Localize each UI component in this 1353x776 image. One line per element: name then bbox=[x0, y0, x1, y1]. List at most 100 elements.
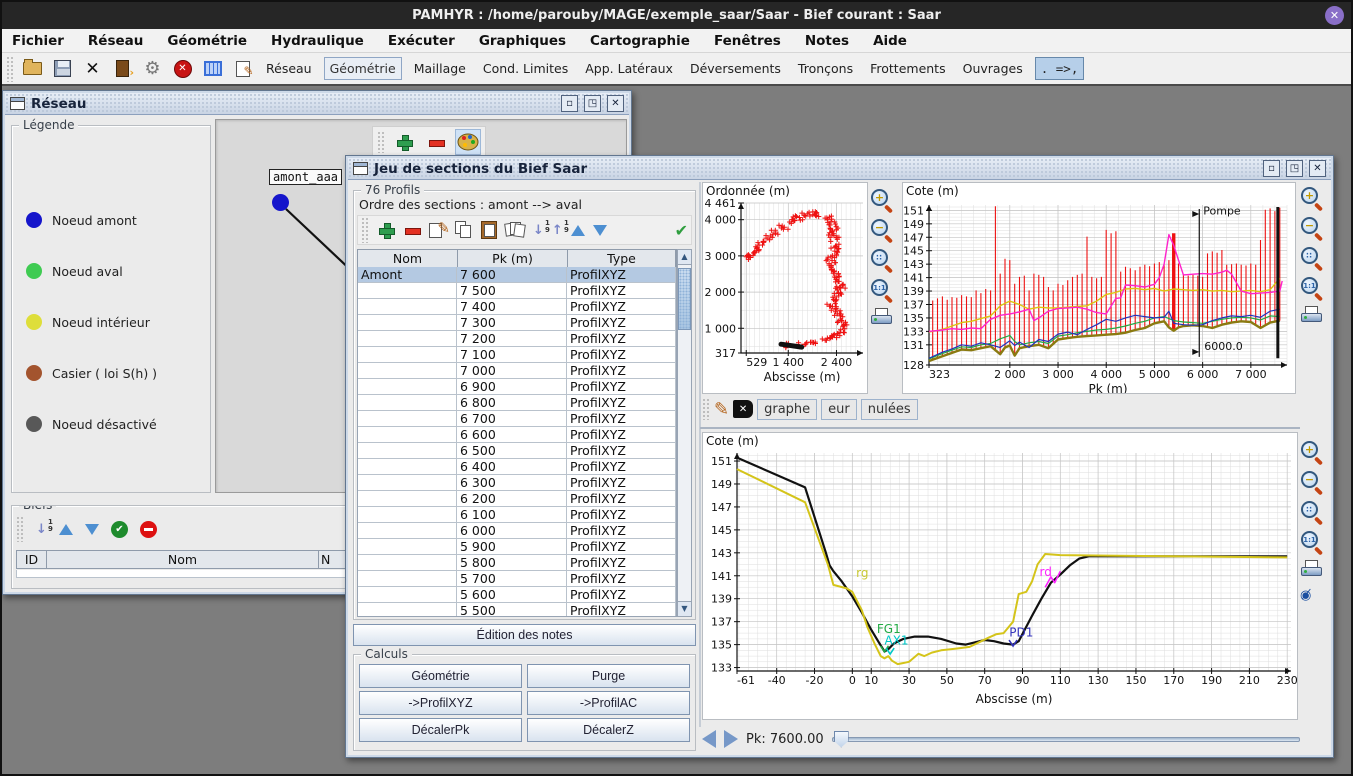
menu-fichier[interactable]: Fichier bbox=[12, 33, 64, 49]
menu-fenetres[interactable]: Fenêtres bbox=[714, 33, 781, 49]
table-row[interactable]: 5 800ProfilXYZ bbox=[358, 555, 676, 571]
table-row[interactable]: 5 900ProfilXYZ bbox=[358, 539, 676, 555]
close-window-button[interactable]: ✕ bbox=[1325, 6, 1344, 25]
table-row[interactable]: 7 200ProfilXYZ bbox=[358, 331, 676, 347]
toolbar-button-frottements[interactable]: Frottements bbox=[865, 58, 951, 79]
move-up-icon[interactable] bbox=[571, 225, 585, 236]
scroll-up-icon[interactable]: ▲ bbox=[678, 250, 691, 265]
minimize-icon[interactable]: ▫ bbox=[561, 95, 578, 112]
print-icon[interactable] bbox=[1300, 560, 1326, 580]
os-titlebar[interactable]: PAMHYR : /home/parouby/MAGE/exemple_saar… bbox=[2, 2, 1351, 29]
add-icon[interactable] bbox=[377, 221, 395, 239]
stop-icon[interactable]: ✕ bbox=[171, 57, 194, 80]
notes-icon[interactable]: ✎ bbox=[231, 57, 254, 80]
toolbar-button-app-lateraux[interactable]: App. Latéraux bbox=[580, 58, 678, 79]
toolbar-button-expression[interactable]: . =>, bbox=[1035, 57, 1085, 80]
menu-aide[interactable]: Aide bbox=[873, 33, 907, 49]
calc-geometrie-button[interactable]: Géométrie bbox=[359, 664, 522, 688]
col-type[interactable]: Type bbox=[568, 250, 676, 267]
zoom-out-icon[interactable]: − bbox=[870, 218, 896, 244]
zoom-in-icon[interactable]: + bbox=[870, 188, 896, 214]
close-icon[interactable]: ✕ bbox=[1309, 160, 1326, 177]
copy-icon[interactable] bbox=[455, 221, 473, 239]
tabs-drag-handle[interactable] bbox=[702, 398, 710, 420]
menu-cartographie[interactable]: Cartographie bbox=[590, 33, 690, 49]
pencil-icon[interactable]: ✎ bbox=[714, 399, 729, 420]
close-x-icon[interactable]: ✕ bbox=[81, 57, 104, 80]
table-row[interactable]: 6 200ProfilXYZ bbox=[358, 491, 676, 507]
table-row[interactable]: 7 400ProfilXYZ bbox=[358, 299, 676, 315]
col-pk[interactable]: Pk (m) bbox=[458, 250, 568, 267]
toolbar-button-reseau[interactable]: Réseau bbox=[261, 58, 317, 79]
sort-desc-icon[interactable]: ↓19 bbox=[533, 223, 544, 238]
table-row[interactable]: 6 000ProfilXYZ bbox=[358, 523, 676, 539]
remove-circle-icon[interactable] bbox=[140, 521, 157, 538]
profils-toolbar-handle[interactable] bbox=[361, 217, 369, 243]
reseau-window-titlebar[interactable]: Réseau ▫ ◳ ✕ bbox=[5, 93, 629, 115]
menu-hydraulique[interactable]: Hydraulique bbox=[271, 33, 364, 49]
table-row[interactable]: 6 900ProfilXYZ bbox=[358, 379, 676, 395]
toolbar-button-geometrie[interactable]: Géométrie bbox=[324, 57, 402, 80]
menu-notes[interactable]: Notes bbox=[805, 33, 849, 49]
table-row[interactable]: 5 500ProfilXYZ bbox=[358, 603, 676, 617]
zoom-fit-icon[interactable]: ∷ bbox=[1300, 500, 1326, 526]
menu-reseau[interactable]: Réseau bbox=[88, 33, 143, 49]
duplicate-icon[interactable] bbox=[505, 221, 525, 239]
zoom-1-1-icon[interactable]: 1:1 bbox=[1300, 276, 1326, 302]
toolbar-button-troncons[interactable]: Tronçons bbox=[793, 58, 858, 79]
toolbar-drag-handle[interactable] bbox=[6, 56, 14, 82]
biefs-col-id[interactable]: ID bbox=[17, 551, 47, 568]
calc-profilxyz-button[interactable]: ->ProfilXYZ bbox=[359, 691, 522, 715]
table-row[interactable]: Amont7 600ProfilXYZ bbox=[358, 267, 676, 283]
calc-decalerz-button[interactable]: DécalerZ bbox=[527, 718, 690, 742]
table-row[interactable]: 7 500ProfilXYZ bbox=[358, 283, 676, 299]
calc-decalerpk-button[interactable]: DécalerPk bbox=[359, 718, 522, 742]
zoom-out-icon[interactable]: − bbox=[1300, 470, 1326, 496]
scrollbar-thumb[interactable] bbox=[678, 268, 691, 330]
validate-circle-icon[interactable]: ✔ bbox=[111, 521, 128, 538]
zoom-1-1-icon[interactable]: 1:1 bbox=[1300, 530, 1326, 556]
table-icon[interactable] bbox=[201, 57, 224, 80]
maximize-icon[interactable]: ◳ bbox=[584, 95, 601, 112]
move-down-icon[interactable] bbox=[85, 524, 99, 535]
remove-icon[interactable] bbox=[403, 221, 421, 239]
toolbar-button-maillage[interactable]: Maillage bbox=[409, 58, 471, 79]
print-icon[interactable] bbox=[1300, 306, 1326, 326]
table-row[interactable]: 6 800ProfilXYZ bbox=[358, 395, 676, 411]
open-folder-icon[interactable] bbox=[21, 57, 44, 80]
move-up-icon[interactable] bbox=[59, 524, 73, 535]
tab-graphe[interactable]: graphe bbox=[757, 399, 817, 420]
pk-slider[interactable] bbox=[832, 737, 1300, 742]
save-icon[interactable] bbox=[51, 57, 74, 80]
maximize-icon[interactable]: ◳ bbox=[1286, 160, 1303, 177]
sort-asc-icon[interactable]: ↑19 bbox=[552, 223, 563, 238]
zoom-in-icon[interactable]: + bbox=[1300, 440, 1326, 466]
detach-arrow-icon[interactable]: ✕ bbox=[733, 400, 753, 418]
table-row[interactable]: 5 600ProfilXYZ bbox=[358, 587, 676, 603]
pk-slider-track[interactable] bbox=[832, 737, 1300, 742]
table-row[interactable]: 6 300ProfilXYZ bbox=[358, 475, 676, 491]
table-row[interactable]: 7 100ProfilXYZ bbox=[358, 347, 676, 363]
menu-executer[interactable]: Exécuter bbox=[388, 33, 455, 49]
move-down-icon[interactable] bbox=[593, 225, 607, 236]
table-row[interactable]: 6 600ProfilXYZ bbox=[358, 427, 676, 443]
menu-graphiques[interactable]: Graphiques bbox=[479, 33, 566, 49]
toolbar-button-ouvrages[interactable]: Ouvrages bbox=[958, 58, 1028, 79]
zoom-in-icon[interactable]: + bbox=[1300, 186, 1326, 212]
paste-icon[interactable] bbox=[481, 221, 497, 239]
exit-door-icon[interactable]: › bbox=[111, 57, 134, 80]
tab-nulees[interactable]: nulées bbox=[861, 399, 918, 420]
pk-slider-handle[interactable] bbox=[834, 731, 849, 748]
next-profile-icon[interactable] bbox=[724, 730, 738, 748]
table-row[interactable]: 6 100ProfilXYZ bbox=[358, 507, 676, 523]
biefs-col-nom[interactable]: Nom bbox=[47, 551, 319, 568]
toolbar-button-cond-limites[interactable]: Cond. Limites bbox=[478, 58, 573, 79]
table-row[interactable]: 6 700ProfilXYZ bbox=[358, 411, 676, 427]
minimize-icon[interactable]: ▫ bbox=[1263, 160, 1280, 177]
scroll-down-icon[interactable]: ▼ bbox=[678, 601, 691, 616]
print-icon[interactable] bbox=[870, 308, 896, 328]
zoom-fit-icon[interactable]: ∷ bbox=[1300, 246, 1326, 272]
zoom-out-icon[interactable]: − bbox=[1300, 216, 1326, 242]
sections-window-titlebar[interactable]: Jeu de sections du Bief Saar ▫ ◳ ✕ bbox=[348, 158, 1331, 180]
table-row[interactable]: 6 400ProfilXYZ bbox=[358, 459, 676, 475]
